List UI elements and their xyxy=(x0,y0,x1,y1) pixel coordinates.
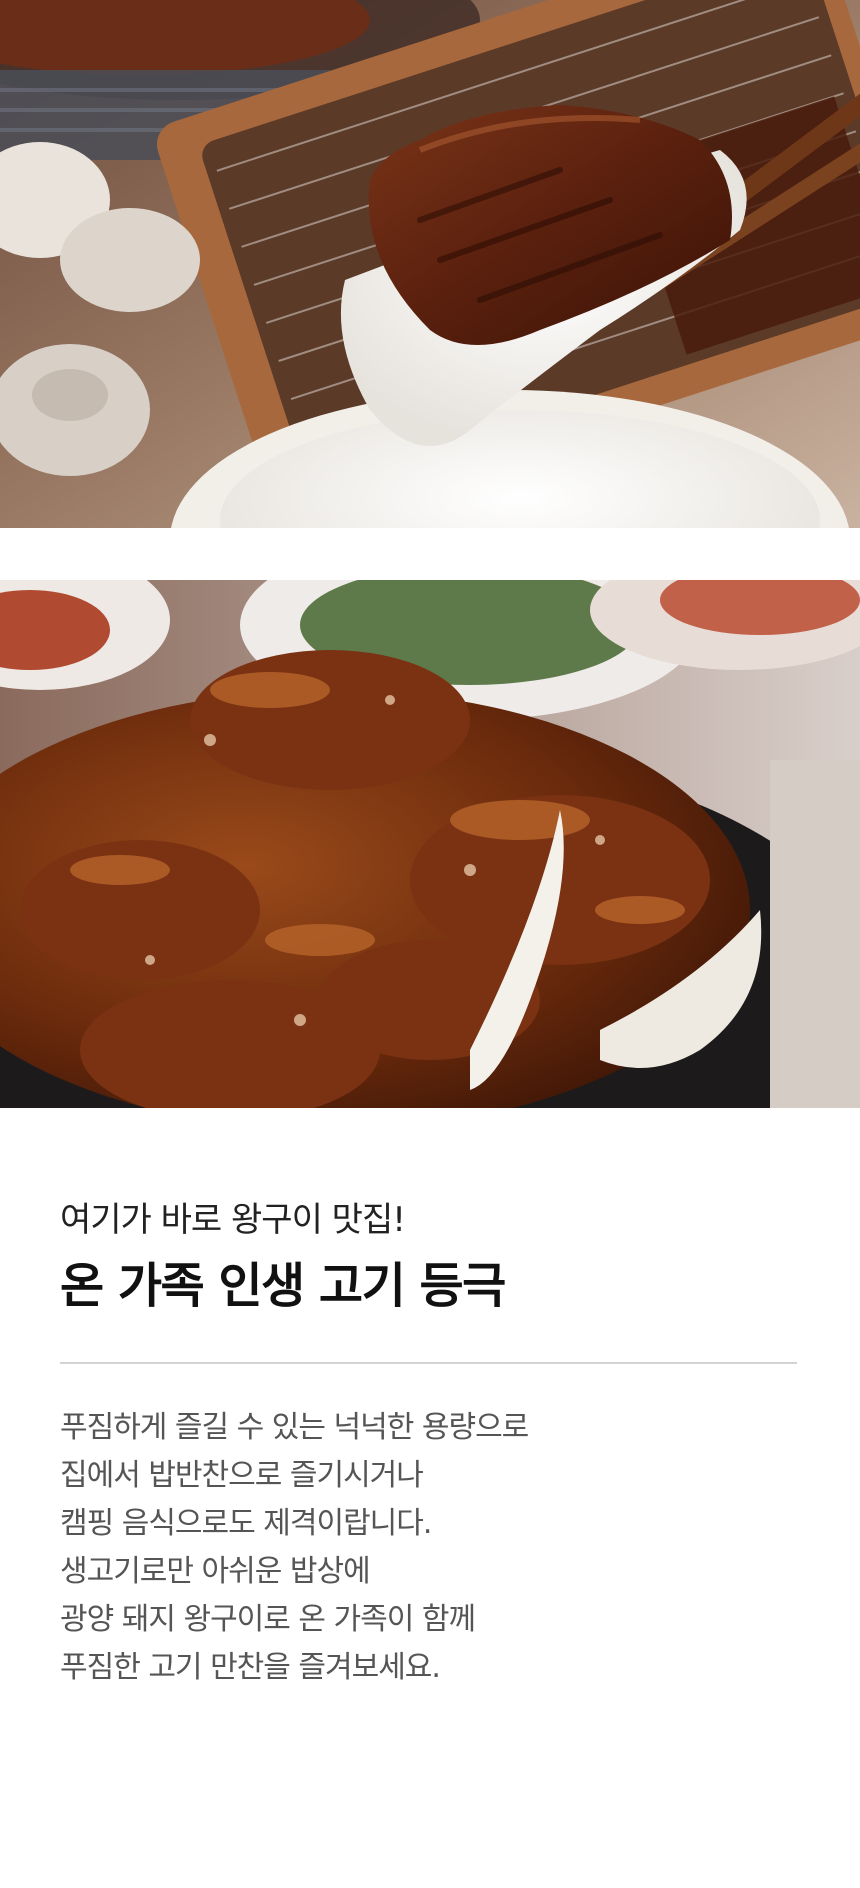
description: 푸짐하게 즐길 수 있는 넉넉한 용량으로 집에서 밥반찬으로 즐기시거나 캠핑… xyxy=(60,1404,800,1692)
description-line: 집에서 밥반찬으로 즐기시거나 xyxy=(60,1458,424,1493)
description-line: 푸짐하게 즐길 수 있는 넉넉한 용량으로 xyxy=(60,1410,529,1445)
rice-with-grilled-pork-photo xyxy=(0,0,860,528)
description-line: 생고기로만 아쉬운 밥상에 xyxy=(60,1554,371,1589)
description-line: 푸짐한 고기 만찬을 즐겨보세요. xyxy=(60,1650,441,1685)
page-title: 온 가족 인생 고기 등극 xyxy=(60,1258,506,1314)
subtitle: 여기가 바로 왕구이 맛집! xyxy=(60,1200,406,1240)
description-line: 광양 돼지 왕구이로 온 가족이 함께 xyxy=(60,1602,476,1637)
divider xyxy=(60,1362,797,1364)
glazed-pork-bulgogi-photo xyxy=(0,580,860,1108)
description-line: 캠핑 음식으로도 제격이랍니다. xyxy=(60,1506,432,1541)
